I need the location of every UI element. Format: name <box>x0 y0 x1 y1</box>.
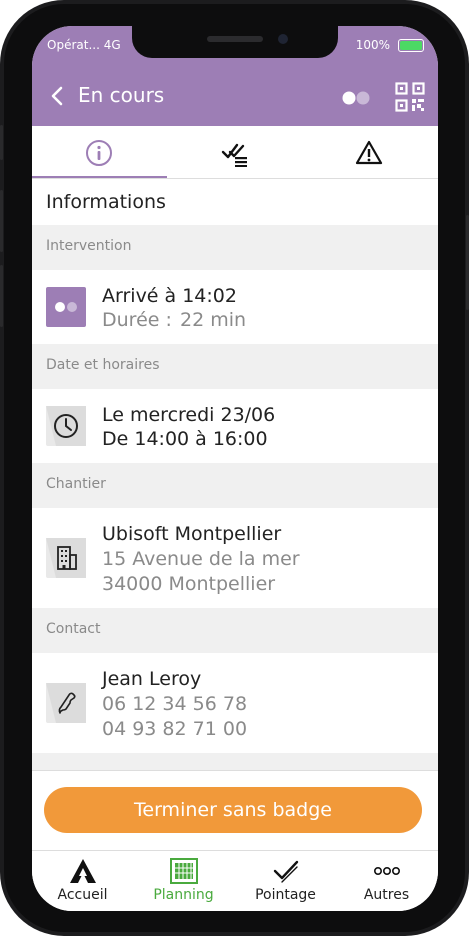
site-city: 34000 Montpellier <box>102 573 276 595</box>
home-mountain-icon <box>70 859 96 883</box>
more-dots-icon <box>373 867 400 876</box>
section-label-contact: Contact <box>32 608 438 653</box>
contact-phone-landline[interactable]: 04 93 82 71 00 <box>102 718 247 740</box>
speaker <box>207 36 263 42</box>
warning-icon <box>355 140 383 165</box>
check-icon <box>273 860 299 883</box>
side-button-left <box>0 190 3 252</box>
nav-label: Planning <box>153 887 214 903</box>
side-button-left <box>0 125 3 160</box>
tab-info[interactable] <box>32 126 167 178</box>
clock-icon <box>46 406 86 446</box>
page-title: En cours <box>78 83 165 107</box>
nav-item-autres[interactable]: Autres <box>336 851 437 911</box>
battery-percentage: 100% <box>355 38 390 52</box>
building-icon <box>46 538 86 578</box>
section-label-site: Chantier <box>32 463 438 508</box>
notch <box>132 26 338 58</box>
nav-label: Autres <box>363 887 410 903</box>
qr-code-icon[interactable] <box>395 82 425 112</box>
finish-without-badge-button[interactable]: Terminer sans badge <box>44 787 422 833</box>
nav-item-accueil[interactable]: Accueil <box>32 851 133 911</box>
section-label-text: Date et horaires <box>46 357 160 373</box>
detail-tabs <box>32 126 438 179</box>
info-icon <box>86 140 112 166</box>
section-label-text: Chantier <box>46 476 106 492</box>
checklist-icon <box>221 143 247 167</box>
intervention-card: Arrivé à 14:02 Durée : 22 min <box>32 270 438 344</box>
contact-name: Jean Leroy <box>102 668 202 690</box>
toggle-icon <box>46 287 86 327</box>
nav-label: Pointage <box>255 887 316 903</box>
duration-label: Durée : <box>102 309 172 331</box>
nav-label: Accueil <box>57 887 108 903</box>
phone-icon <box>46 683 86 723</box>
arrival-time: Arrivé à 14:02 <box>102 285 237 307</box>
site-name: Ubisoft Montpellier <box>102 523 282 545</box>
battery-icon <box>398 39 424 52</box>
nav-item-planning[interactable]: Planning <box>133 851 234 911</box>
section-heading: Informations <box>32 179 438 225</box>
action-bar: Terminer sans badge <box>32 770 438 851</box>
schedule-card: Le mercredi 23/06 De 14:00 à 16:00 <box>32 389 438 463</box>
contact-phone-mobile[interactable]: 06 12 34 56 78 <box>102 693 247 715</box>
section-label-intervention: Intervention <box>32 225 438 270</box>
phone-frame: Opérat... 4G 100% En cours Informations … <box>0 0 469 936</box>
camera <box>278 34 288 44</box>
contact-card: Jean Leroy 06 12 34 56 78 04 93 82 71 00 <box>32 653 438 753</box>
side-button-left <box>0 265 3 327</box>
app-header: En cours <box>32 66 438 126</box>
schedule-hours: De 14:00 à 16:00 <box>102 428 268 450</box>
calendar-grid-icon <box>170 858 198 884</box>
chevron-left-icon[interactable] <box>46 84 70 108</box>
duration-value: 22 min <box>180 309 247 331</box>
section-label-text: Contact <box>46 621 101 637</box>
bottom-navigation: Accueil Planning Pointage Autres <box>32 850 438 911</box>
schedule-date: Le mercredi 23/06 <box>102 404 276 426</box>
section-label-schedule: Date et horaires <box>32 344 438 389</box>
nav-item-pointage[interactable]: Pointage <box>235 851 336 911</box>
section-label-text: Intervention <box>46 238 132 254</box>
app-screen: Opérat... 4G 100% En cours Informations … <box>32 26 438 911</box>
site-street: 15 Avenue de la mer <box>102 548 300 570</box>
tab-warning[interactable] <box>302 126 437 178</box>
site-card: Ubisoft Montpellier 15 Avenue de la mer … <box>32 508 438 608</box>
tab-checklist[interactable] <box>167 126 302 178</box>
toggle-icon[interactable] <box>341 91 373 105</box>
carrier-label: Opérat... 4G <box>47 38 121 52</box>
informations-title: Informations <box>46 191 166 213</box>
